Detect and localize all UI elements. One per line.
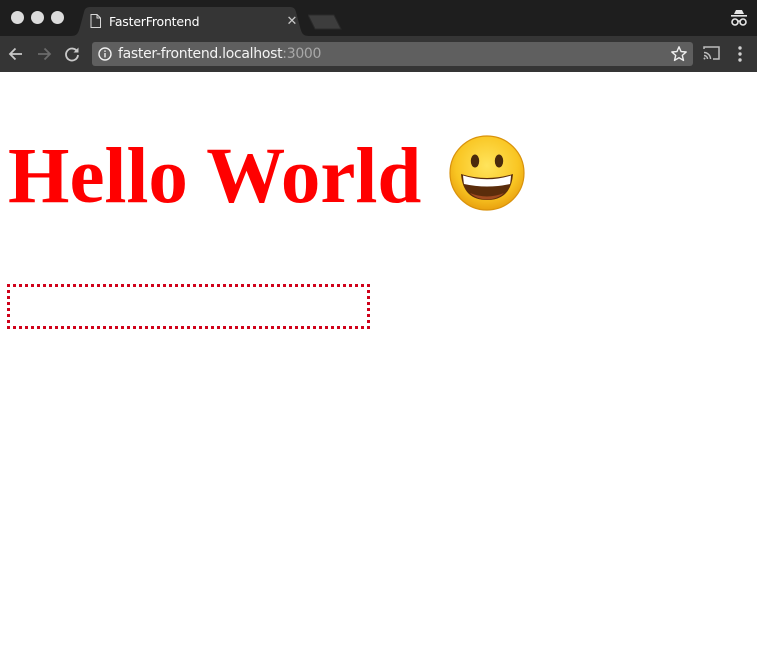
url-text[interactable]: faster-frontend.localhost:3000: [118, 46, 321, 62]
reload-icon[interactable]: [62, 44, 82, 64]
arrow-left-icon[interactable]: [6, 44, 26, 64]
cast-icon[interactable]: [703, 45, 721, 61]
info-icon[interactable]: [98, 47, 112, 61]
kebab-menu-icon[interactable]: [735, 45, 745, 63]
tab-close-icon[interactable]: ✕: [285, 13, 299, 29]
arrow-right-icon[interactable]: [34, 44, 54, 64]
address-bar[interactable]: faster-frontend.localhost:3000: [92, 42, 693, 66]
url-port: :3000: [282, 46, 322, 62]
document-icon: [90, 14, 101, 28]
grinning-face-emoji-icon: [449, 135, 525, 211]
tab-title: FasterFrontend: [109, 14, 200, 29]
window-close-button[interactable]: [11, 11, 24, 24]
incognito-icon[interactable]: [730, 9, 748, 27]
page-heading: Hello World: [8, 133, 422, 220]
browser-toolbar: faster-frontend.localhost:3000: [0, 36, 757, 72]
browser-titlebar: FasterFrontend ✕: [0, 0, 757, 36]
dotted-outline-box: [7, 284, 370, 329]
star-icon[interactable]: [670, 45, 688, 63]
url-host: faster-frontend.localhost: [118, 46, 283, 62]
page-viewport: Hello World: [0, 72, 757, 648]
new-tab-button[interactable]: [308, 14, 342, 30]
window-zoom-button[interactable]: [51, 11, 64, 24]
tab-fasterfrontend[interactable]: FasterFrontend ✕: [70, 7, 310, 36]
window-minimize-button[interactable]: [31, 11, 44, 24]
